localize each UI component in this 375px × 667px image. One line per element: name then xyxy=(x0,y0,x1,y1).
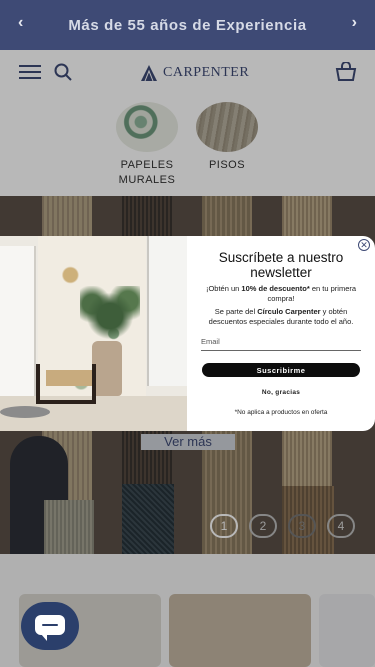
announcement-text: Más de 55 años de Experiencia xyxy=(68,16,307,34)
chevron-left-icon[interactable]: ‹ xyxy=(18,14,23,32)
chat-icon xyxy=(35,615,65,641)
announcement-bar: ‹ Más de 55 años de Experiencia › xyxy=(0,0,375,50)
popup-footnote: *No aplica a productos en oferta xyxy=(234,409,328,416)
newsletter-popup: ✕ Suscríbete a nuestro newsletter ¡Obtén… xyxy=(0,236,375,431)
chat-button[interactable] xyxy=(21,602,79,650)
popup-offer-text: ¡Obtén un 10% de descuento* en tu primer… xyxy=(205,284,357,303)
popup-content: ✕ Suscríbete a nuestro newsletter ¡Obtén… xyxy=(187,236,375,431)
popup-member-text: Se parte del Círculo Carpenter y obtén d… xyxy=(208,307,354,326)
popup-title: Suscríbete a nuestro newsletter xyxy=(218,250,344,280)
subscribe-button[interactable]: Suscribirme xyxy=(202,363,360,377)
email-field[interactable] xyxy=(201,333,361,351)
decline-link[interactable]: No, gracias xyxy=(237,389,325,396)
popup-image xyxy=(0,236,187,431)
chevron-right-icon[interactable]: › xyxy=(352,14,357,32)
